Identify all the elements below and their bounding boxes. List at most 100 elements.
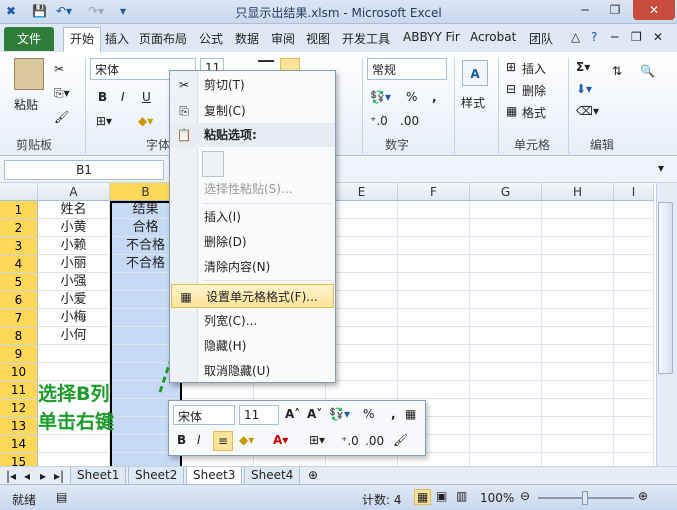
mini-font-name[interactable]: 宋体	[173, 405, 235, 425]
tab-view[interactable]: 视图	[303, 30, 333, 47]
row-header-14[interactable]: 14	[0, 435, 38, 453]
mini-format-icon[interactable]: ▦	[405, 407, 416, 421]
sheet-tab-4[interactable]: Sheet4	[244, 467, 301, 485]
cell-f4[interactable]	[398, 255, 470, 273]
menu-item-delete[interactable]: 删除(D)	[170, 230, 335, 254]
tab-formulas[interactable]: 公式	[196, 30, 226, 47]
close-button[interactable]: ✕	[633, 0, 675, 20]
cell-g13[interactable]	[470, 417, 542, 435]
cell-i10[interactable]	[614, 363, 654, 381]
cell-f1[interactable]	[398, 201, 470, 219]
border-icon[interactable]: ⊞▾	[96, 114, 112, 128]
cell-i13[interactable]	[614, 417, 654, 435]
cell-g8[interactable]	[470, 327, 542, 345]
row-header-2[interactable]: 2	[0, 219, 38, 237]
fill-icon[interactable]: ⬇▾	[576, 82, 592, 96]
row-header-9[interactable]: 9	[0, 345, 38, 363]
menu-item-insert[interactable]: 插入(I)	[170, 205, 335, 229]
cell-a14[interactable]	[38, 435, 110, 453]
fill-color-icon[interactable]: ◆▾	[138, 114, 153, 128]
delete-cells-button[interactable]: 删除	[522, 82, 546, 99]
cell-h14[interactable]	[542, 435, 614, 453]
cell-h8[interactable]	[542, 327, 614, 345]
cell-h11[interactable]	[542, 381, 614, 399]
wb-minimize-icon[interactable]: ─	[608, 30, 621, 44]
row-header-4[interactable]: 4	[0, 255, 38, 273]
column-header-h[interactable]: H	[542, 183, 614, 201]
cell-a10[interactable]	[38, 363, 110, 381]
cell-h1[interactable]	[542, 201, 614, 219]
cell-i9[interactable]	[614, 345, 654, 363]
cell-a5[interactable]: 小强	[38, 273, 110, 291]
tab-home[interactable]: 开始	[63, 27, 102, 52]
sheet-nav-last-icon[interactable]: ▸|	[54, 469, 64, 483]
cell-h15[interactable]	[542, 453, 614, 466]
sheet-nav-next-icon[interactable]: ▸	[40, 469, 46, 483]
row-header-12[interactable]: 12	[0, 399, 38, 417]
cell-f8[interactable]	[398, 327, 470, 345]
tab-data[interactable]: 数据	[232, 30, 262, 47]
row-header-5[interactable]: 5	[0, 273, 38, 291]
mini-percent-icon[interactable]: %	[363, 407, 374, 421]
cell-e7[interactable]	[326, 309, 398, 327]
cell-i12[interactable]	[614, 399, 654, 417]
percent-icon[interactable]: %	[406, 90, 417, 104]
cell-g6[interactable]	[470, 291, 542, 309]
cell-a8[interactable]: 小何	[38, 327, 110, 345]
cell-h6[interactable]	[542, 291, 614, 309]
sort-filter-icon[interactable]: ⇅	[612, 64, 622, 78]
cell-f10[interactable]	[398, 363, 470, 381]
cell-i2[interactable]	[614, 219, 654, 237]
mini-currency-icon[interactable]: 💱▾	[329, 407, 350, 421]
row-header-6[interactable]: 6	[0, 291, 38, 309]
cell-a3[interactable]: 小赖	[38, 237, 110, 255]
cell-e3[interactable]	[326, 237, 398, 255]
zoom-slider-thumb[interactable]	[582, 491, 588, 505]
column-header-a[interactable]: A	[38, 183, 110, 201]
mini-font-size[interactable]: 11	[239, 405, 279, 425]
italic-icon[interactable]: I	[121, 90, 125, 104]
sheet-nav-first-icon[interactable]: |◂	[6, 469, 16, 483]
menu-item-cut[interactable]: ✂ 剪切(T)	[170, 73, 335, 97]
sheet-tab-2[interactable]: Sheet2	[128, 467, 185, 485]
cell-i15[interactable]	[614, 453, 654, 466]
tab-developer[interactable]: 开发工具	[339, 30, 393, 47]
column-header-i[interactable]: I	[614, 183, 654, 201]
mini-fill-icon[interactable]: ◆▾	[239, 433, 254, 447]
mini-bold-icon[interactable]: B	[177, 433, 186, 447]
decrease-decimal-icon[interactable]: .00	[400, 114, 419, 128]
mini-decrease-decimal-icon[interactable]: .00	[365, 434, 384, 448]
cell-h12[interactable]	[542, 399, 614, 417]
mini-increase-decimal-icon[interactable]: ⁺.0	[341, 434, 359, 448]
tab-file[interactable]: 文件	[4, 27, 54, 51]
cell-i6[interactable]	[614, 291, 654, 309]
cell-i4[interactable]	[614, 255, 654, 273]
cell-a6[interactable]: 小爱	[38, 291, 110, 309]
autosum-icon[interactable]: Σ▾	[576, 60, 590, 74]
menu-item-column-width[interactable]: 列宽(C)...	[170, 309, 335, 333]
cell-e5[interactable]	[326, 273, 398, 291]
grow-font-icon[interactable]: A˄	[285, 407, 300, 421]
cell-i7[interactable]	[614, 309, 654, 327]
cell-i3[interactable]	[614, 237, 654, 255]
page-layout-view-icon[interactable]: ▣	[436, 489, 447, 503]
cell-h13[interactable]	[542, 417, 614, 435]
cell-a1[interactable]: 姓名	[38, 201, 110, 219]
mini-center-icon[interactable]: ≡	[213, 431, 233, 451]
mini-format-painter-icon[interactable]: 🖌	[393, 433, 408, 447]
cell-d11[interactable]	[254, 381, 326, 399]
cell-h3[interactable]	[542, 237, 614, 255]
paste-option-icon[interactable]	[202, 151, 224, 177]
cell-g3[interactable]	[470, 237, 542, 255]
cell-i1[interactable]	[614, 201, 654, 219]
currency-icon[interactable]: 💱▾	[370, 90, 391, 104]
row-header-8[interactable]: 8	[0, 327, 38, 345]
cell-h5[interactable]	[542, 273, 614, 291]
cell-f5[interactable]	[398, 273, 470, 291]
cell-g9[interactable]	[470, 345, 542, 363]
find-select-icon[interactable]: 🔍	[640, 64, 655, 78]
cell-e8[interactable]	[326, 327, 398, 345]
bold-icon[interactable]: B	[98, 90, 107, 104]
insert-cells-icon[interactable]: ⊞	[506, 60, 516, 74]
copy-icon[interactable]: ⎘▾	[54, 86, 70, 101]
